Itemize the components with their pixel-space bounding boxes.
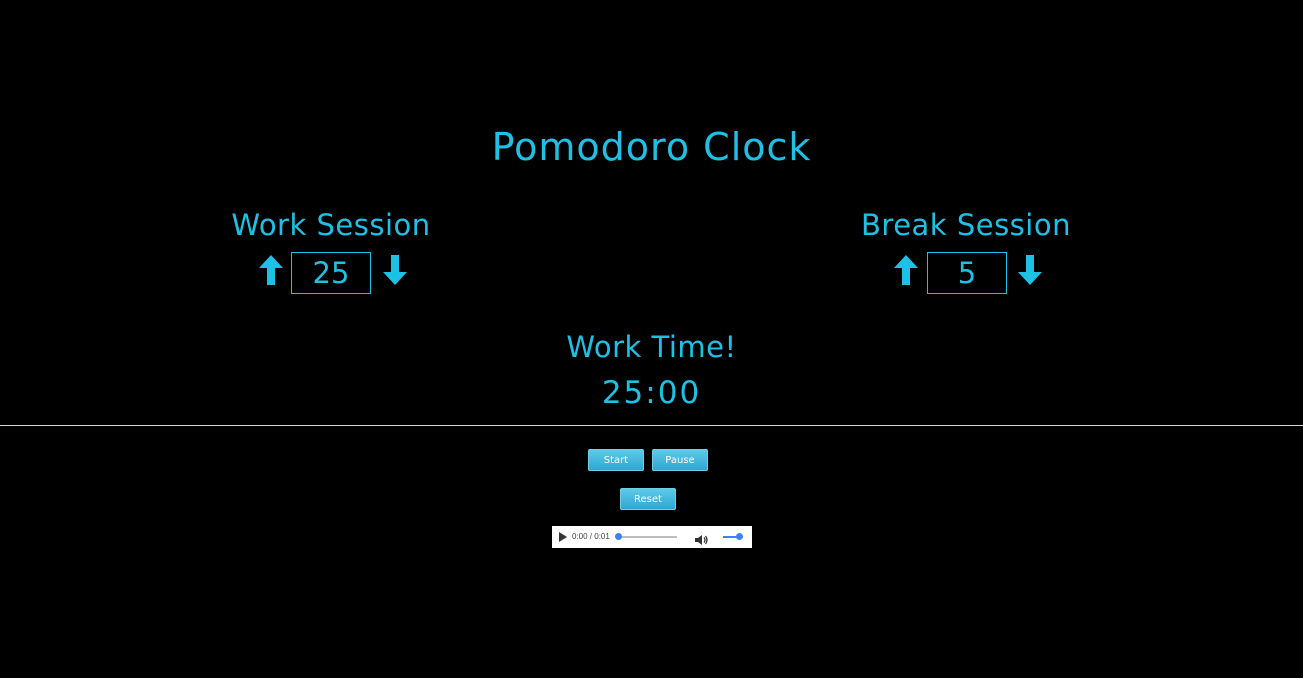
audio-seek-bar[interactable] <box>618 536 677 538</box>
arrow-up-icon <box>259 255 283 285</box>
volume-icon[interactable] <box>694 531 708 545</box>
arrow-down-icon <box>1018 255 1042 285</box>
audio-seek-thumb[interactable] <box>615 533 622 540</box>
break-session-controls: 5 <box>816 252 1116 294</box>
work-decrement-button[interactable] <box>382 254 408 286</box>
page-title: Pomodoro Clock <box>491 125 812 169</box>
work-session-controls: 25 <box>181 252 481 294</box>
volume-slider-thumb[interactable] <box>736 533 743 540</box>
play-icon[interactable] <box>559 532 567 542</box>
break-decrement-button[interactable] <box>1017 254 1043 286</box>
pomodoro-page: Pomodoro Clock Work Session 25 Break Ses… <box>0 0 1303 678</box>
audio-time-readout: 0:00 / 0:01 <box>572 532 610 541</box>
divider <box>0 425 1303 426</box>
work-increment-button[interactable] <box>258 254 284 286</box>
break-session-panel: Break Session 5 <box>816 205 1116 294</box>
audio-player: 0:00 / 0:01 <box>552 526 752 548</box>
work-session-panel: Work Session 25 <box>181 205 481 294</box>
timer-display: 25:00 <box>601 375 702 411</box>
break-increment-button[interactable] <box>893 254 919 286</box>
work-session-label: Work Session <box>231 208 431 242</box>
reset-button[interactable]: Reset <box>620 488 676 510</box>
start-button[interactable]: Start <box>588 449 644 471</box>
arrow-down-icon <box>383 255 407 285</box>
break-session-label: Break Session <box>861 208 1071 242</box>
pause-button[interactable]: Pause <box>652 449 708 471</box>
timer-phase-label: Work Time! <box>566 330 737 364</box>
work-session-value: 25 <box>291 252 371 294</box>
arrow-up-icon <box>894 255 918 285</box>
break-session-value: 5 <box>927 252 1007 294</box>
